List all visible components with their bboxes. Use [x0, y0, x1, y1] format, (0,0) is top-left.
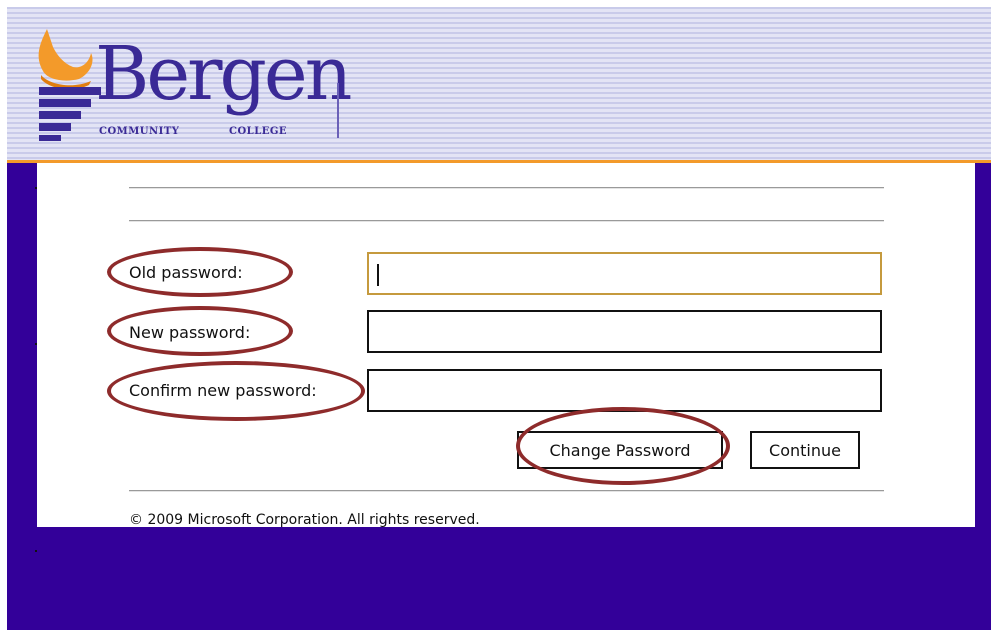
text-caret [377, 264, 379, 286]
new-password-label: New password: [129, 323, 251, 342]
page-background: Bergen COMMUNITY COLLEGE Old password: N… [7, 7, 991, 630]
logo-subtitle-college: COLLEGE [229, 126, 288, 137]
copyright-notice: © 2009 Microsoft Corporation. All rights… [129, 512, 480, 528]
new-password-field[interactable] [367, 310, 882, 353]
old-password-label: Old password: [129, 263, 243, 282]
divider [129, 187, 884, 188]
confirm-password-label: Confirm new password: [129, 381, 317, 400]
site-header: Bergen COMMUNITY COLLEGE [7, 7, 991, 163]
old-password-field[interactable] [367, 252, 882, 295]
confirm-password-field[interactable] [367, 369, 882, 412]
divider [129, 220, 884, 221]
continue-button[interactable]: Continue [750, 431, 860, 469]
logo-divider [337, 83, 339, 138]
logo-wordmark: Bergen [95, 31, 352, 117]
divider [129, 490, 884, 491]
logo-subtitle-community: COMMUNITY [99, 126, 180, 137]
decorative-dot [35, 550, 37, 552]
change-password-button[interactable]: Change Password [517, 431, 723, 469]
change-password-panel: Old password: New password: Confirm new … [37, 163, 975, 528]
